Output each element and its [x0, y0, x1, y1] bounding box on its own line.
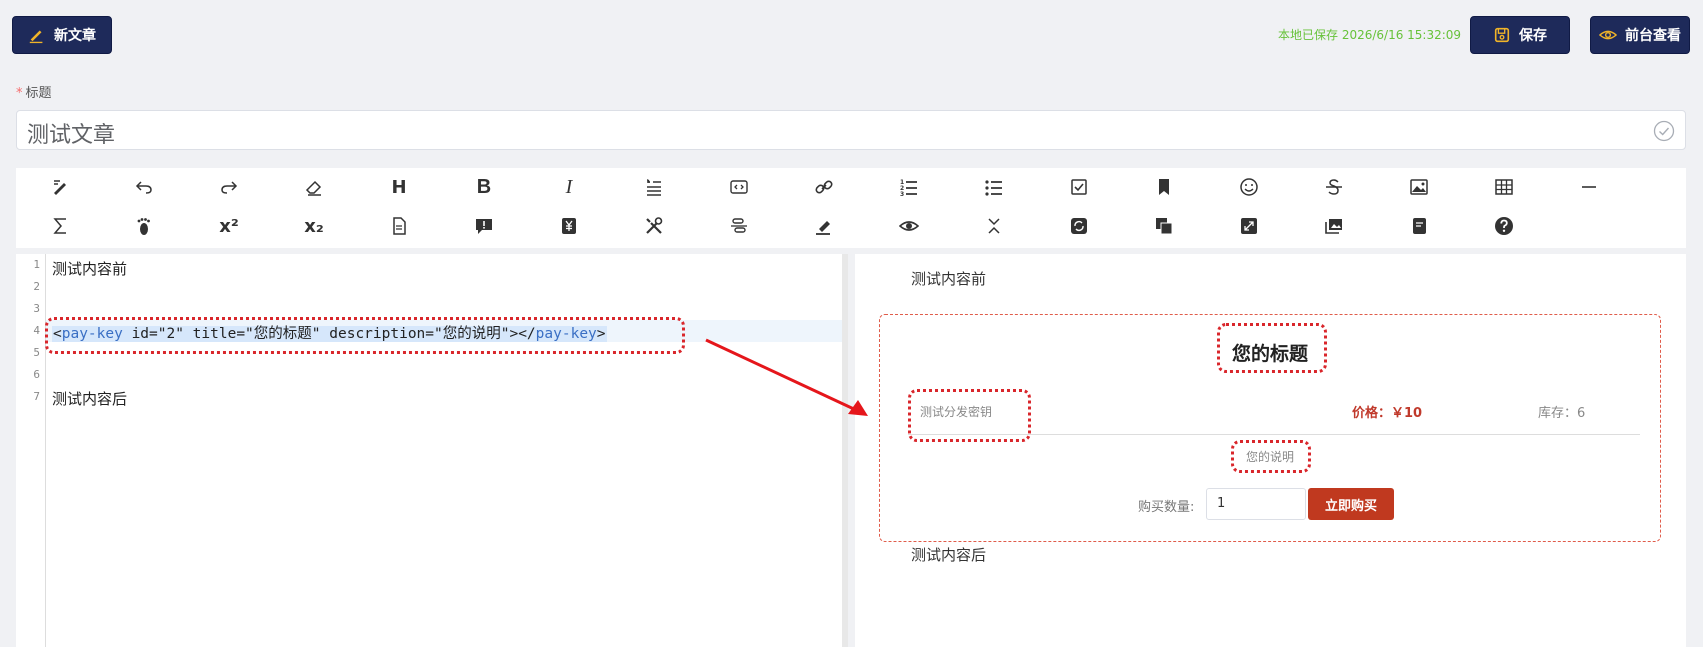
title-input-value: 测试文章 — [27, 123, 116, 148]
editor-scrollbar[interactable] — [842, 254, 848, 647]
alert-icon[interactable] — [469, 211, 499, 241]
strikethrough-icon[interactable] — [1319, 172, 1349, 202]
notebook-icon[interactable] — [1404, 211, 1434, 241]
line-number: 7 — [33, 390, 40, 403]
undo-icon[interactable] — [129, 172, 159, 202]
document-icon[interactable] — [384, 211, 414, 241]
tools-icon[interactable] — [639, 211, 669, 241]
superscript-icon[interactable]: x² — [214, 211, 244, 241]
annotation-code-box — [45, 317, 685, 354]
quote-icon[interactable] — [639, 172, 669, 202]
horizontal-rule-icon[interactable] — [1574, 172, 1604, 202]
eye-icon — [1599, 30, 1617, 40]
line-number: 6 — [33, 368, 40, 381]
svg-text:3: 3 — [900, 191, 904, 197]
italic-icon[interactable]: I — [554, 172, 584, 202]
checklist-icon[interactable] — [1064, 172, 1094, 202]
save-label: 保存 — [1519, 28, 1547, 44]
line-number-gutter: 1 2 3 4 5 6 7 — [16, 254, 46, 647]
annotation-title-box — [1217, 323, 1327, 373]
pencil-icon — [29, 30, 43, 44]
title-label: * 标题 — [16, 82, 52, 101]
emoji-icon[interactable] — [1234, 172, 1264, 202]
unordered-list-icon[interactable] — [979, 172, 1009, 202]
line-number: 1 — [33, 258, 40, 271]
title-input[interactable]: 测试文章 — [16, 110, 1686, 150]
line-number: 3 — [33, 302, 40, 315]
subscript-icon[interactable]: x₂ — [299, 211, 329, 241]
line-number: 5 — [33, 346, 40, 359]
view-front-button[interactable]: 前台查看 — [1590, 16, 1690, 54]
table-icon[interactable] — [1489, 172, 1519, 202]
buy-now-button[interactable]: 立即购买 — [1308, 488, 1394, 520]
line-number: 2 — [33, 280, 40, 293]
preview-after-text: 测试内容后 — [911, 546, 987, 564]
saved-status-text: 本地已保存 2026/6/16 15:32:09 — [1278, 28, 1462, 42]
footnote-icon[interactable] — [129, 211, 159, 241]
editor-line-1: 测试内容前 — [52, 260, 128, 278]
required-mark: * — [16, 86, 23, 101]
ordered-list-icon[interactable]: 123 — [894, 172, 924, 202]
pay-card-price: 价格：￥10 — [1352, 406, 1423, 421]
collapse-icon[interactable] — [979, 211, 1009, 241]
save-button[interactable]: 保存 — [1470, 16, 1570, 54]
pay-card-stock: 库存：6 — [1538, 406, 1586, 421]
editor-toolbar: H B I 123 x² x₂ — [16, 168, 1686, 248]
line-number: 4 — [33, 324, 40, 337]
bold-icon[interactable]: B — [469, 172, 499, 202]
highlighter-icon[interactable] — [809, 211, 839, 241]
check-circle-icon — [1653, 120, 1675, 142]
title-label-text: 标题 — [25, 86, 52, 101]
editor-line-7: 测试内容后 — [52, 390, 128, 408]
quantity-input[interactable]: 1 — [1206, 488, 1306, 520]
preview-before-text: 测试内容前 — [911, 270, 987, 288]
quantity-label: 购买数量: — [1138, 500, 1195, 515]
new-article-label: 新文章 — [54, 28, 96, 44]
code-block-icon[interactable] — [724, 172, 754, 202]
annotation-description-box — [1231, 440, 1311, 473]
link-icon[interactable] — [809, 172, 839, 202]
save-icon — [1494, 27, 1510, 43]
markdown-editor[interactable]: 1 2 3 4 5 6 7 测试内容前 <pay-key id="2" titl… — [16, 254, 848, 647]
heading-icon[interactable]: H — [384, 172, 414, 202]
yen-icon[interactable] — [554, 211, 584, 241]
redo-icon[interactable] — [214, 172, 244, 202]
preview-eye-icon[interactable] — [894, 211, 924, 241]
fullscreen-icon[interactable] — [1234, 211, 1264, 241]
copy-icon[interactable] — [1149, 211, 1179, 241]
align-icon[interactable] — [724, 211, 754, 241]
annotation-arrow — [705, 338, 868, 416]
formula-icon[interactable] — [46, 211, 76, 241]
annotation-name-box — [908, 389, 1031, 442]
eraser-icon[interactable] — [299, 172, 329, 202]
sync-icon[interactable] — [1064, 211, 1094, 241]
help-icon[interactable] — [1489, 211, 1519, 241]
bookmark-icon[interactable] — [1149, 172, 1179, 202]
image-icon[interactable] — [1404, 172, 1434, 202]
view-front-label: 前台查看 — [1625, 28, 1681, 44]
new-article-button[interactable]: 新文章 — [12, 16, 112, 54]
edit-pen-icon[interactable] — [46, 172, 76, 202]
gallery-icon[interactable] — [1319, 211, 1349, 241]
